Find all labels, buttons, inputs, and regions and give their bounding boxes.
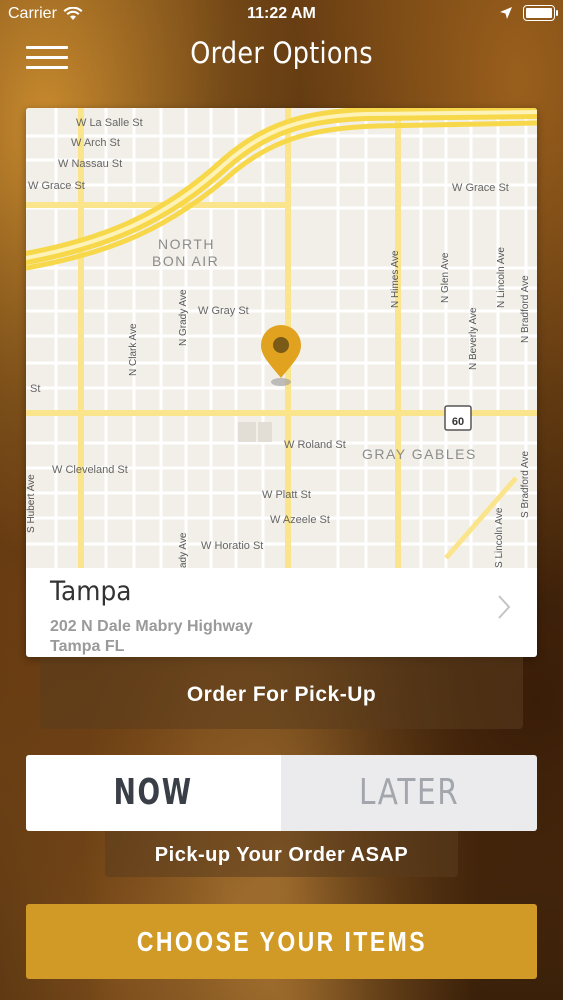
svg-text:N Grady Ave: N Grady Ave <box>178 289 189 346</box>
location-name: Tampa <box>50 576 132 607</box>
map-view[interactable]: W La Salle St W Arch St W Nassau St W Gr… <box>26 108 537 568</box>
location-address: 202 N Dale Mabry Highway <box>50 618 253 635</box>
svg-text:GRAY GABLES: GRAY GABLES <box>362 446 477 462</box>
svg-text:W Horatio St: W Horatio St <box>201 540 263 552</box>
timing-segmented-control: NOW LATER <box>26 755 537 831</box>
svg-text:W La Salle St: W La Salle St <box>76 117 143 129</box>
svg-text:N Glen Ave: N Glen Ave <box>440 252 451 303</box>
location-row[interactable]: Tampa 202 N Dale Mabry Highway Tampa FL <box>26 568 537 657</box>
now-segment[interactable]: NOW <box>26 755 281 831</box>
later-segment[interactable]: LATER <box>281 755 537 831</box>
later-label: LATER <box>358 772 460 813</box>
svg-text:N Lincoln Ave: N Lincoln Ave <box>496 247 507 308</box>
highway-shield-icon: 60 <box>444 405 472 431</box>
svg-text:W Azeele St: W Azeele St <box>270 514 330 526</box>
location-arrow-icon <box>500 7 512 19</box>
svg-text:N Himes Ave: N Himes Ave <box>390 250 401 308</box>
choose-items-label: CHOOSE YOUR ITEMS <box>136 926 427 957</box>
svg-text:S Bradford Ave: S Bradford Ave <box>520 450 531 518</box>
battery-icon <box>523 5 558 21</box>
svg-text:W Cleveland St: W Cleveland St <box>52 464 128 476</box>
location-city: Tampa FL <box>50 638 125 655</box>
svg-text:W Grace St: W Grace St <box>452 182 509 194</box>
svg-text:NORTH: NORTH <box>158 236 215 252</box>
svg-text:ady Ave: ady Ave <box>178 532 189 568</box>
status-right <box>499 5 558 21</box>
svg-text:W Roland St: W Roland St <box>284 439 346 451</box>
status-bar: Carrier 11:22 AM <box>0 0 563 30</box>
header: Order Options <box>0 30 563 90</box>
now-label: NOW <box>113 772 194 813</box>
svg-text:N Clark Ave: N Clark Ave <box>128 323 139 376</box>
svg-text:S Lincoln Ave: S Lincoln Ave <box>494 507 505 568</box>
svg-text:W Arch St: W Arch St <box>71 137 120 149</box>
order-type-button[interactable]: Order For Pick-Up <box>40 657 523 729</box>
svg-text:W Platt St: W Platt St <box>262 489 311 501</box>
status-time: 11:22 AM <box>247 5 316 22</box>
svg-text:W Grace St: W Grace St <box>28 180 85 192</box>
svg-text:W Nassau St: W Nassau St <box>58 158 122 170</box>
pickup-note: Pick-up Your Order ASAP <box>105 831 458 877</box>
svg-text:S Hubert Ave: S Hubert Ave <box>26 474 37 533</box>
choose-items-button[interactable]: CHOOSE YOUR ITEMS <box>26 904 537 979</box>
svg-text:N Bradford Ave: N Bradford Ave <box>520 275 531 343</box>
location-card: W La Salle St W Arch St W Nassau St W Gr… <box>26 108 537 657</box>
chevron-right-icon <box>498 595 511 619</box>
svg-text:W Gray St: W Gray St <box>198 305 249 317</box>
svg-text:BON AIR: BON AIR <box>152 253 219 269</box>
svg-text:N Beverly Ave: N Beverly Ave <box>468 307 479 370</box>
svg-text:St: St <box>30 383 40 395</box>
page-title: Order Options <box>190 36 373 70</box>
highway-shield-label: 60 <box>452 416 464 428</box>
